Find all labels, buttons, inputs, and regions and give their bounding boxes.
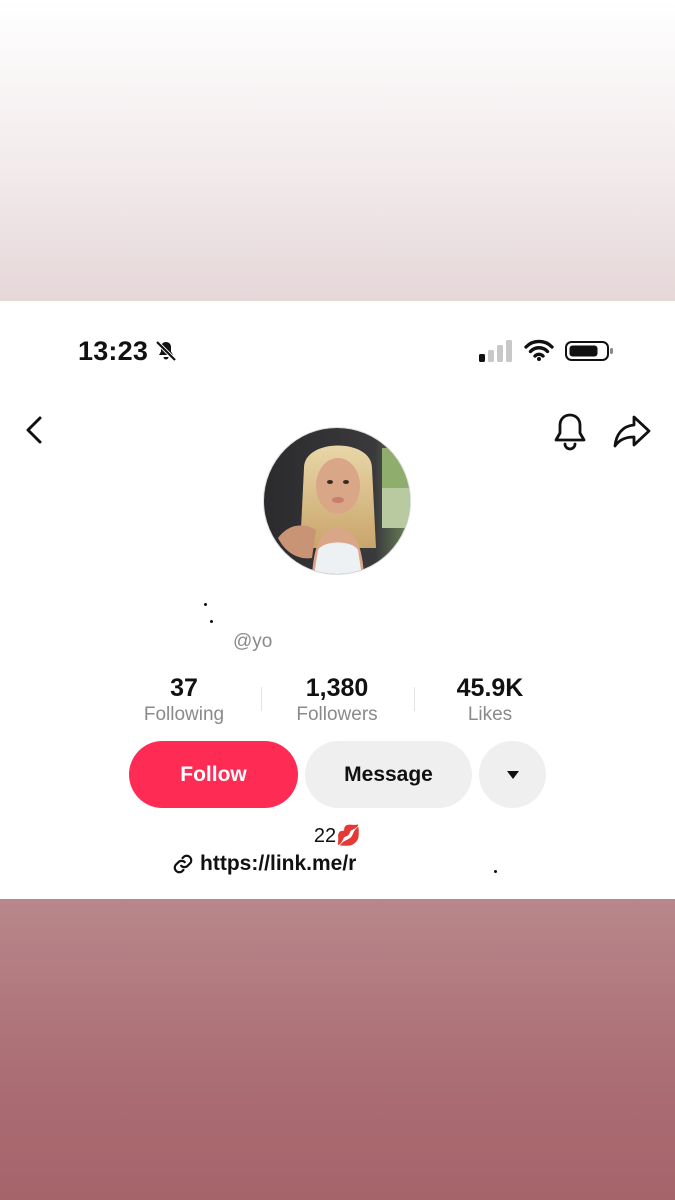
chevron-down-icon	[506, 770, 519, 779]
profile-link[interactable]: https://link.me/r	[172, 852, 356, 876]
more-options-button[interactable]	[479, 741, 546, 808]
background-top	[0, 0, 675, 301]
bell-off-icon	[155, 340, 177, 362]
bell-icon[interactable]	[552, 411, 588, 451]
message-button[interactable]: Message	[305, 741, 472, 808]
redacted-mark	[204, 603, 207, 606]
share-icon[interactable]	[612, 413, 652, 449]
bio: 22💋	[0, 823, 675, 848]
redacted-mark	[494, 870, 497, 873]
back-arrow-icon[interactable]	[22, 414, 46, 446]
avatar[interactable]	[263, 427, 411, 575]
avatar-photo	[264, 428, 410, 574]
stat-value: 1,380	[305, 674, 369, 702]
bio-text: 22	[313, 825, 337, 847]
battery-icon	[565, 341, 613, 361]
stat-likes: 45.9K Likes	[415, 673, 565, 727]
stat-label: Likes	[467, 704, 513, 725]
link-icon	[173, 854, 193, 874]
bio-emoji: 💋	[336, 825, 362, 847]
stat-following[interactable]: 37 Following	[109, 673, 259, 727]
background-bottom	[0, 899, 675, 1200]
status-time: 13:23	[78, 336, 149, 366]
stat-value: 45.9K	[456, 674, 524, 702]
redacted-mark	[210, 620, 213, 623]
stat-label: Following	[143, 704, 225, 725]
profile-screen: 13:23 @yo 37 Following 1,380 Followers 4…	[0, 301, 675, 899]
stat-value: 37	[170, 674, 198, 702]
username-handle: @yo	[233, 631, 273, 652]
signal-icon	[479, 340, 512, 362]
wifi-icon	[524, 339, 554, 361]
follow-button[interactable]: Follow	[129, 741, 298, 808]
profile-link-text[interactable]: https://link.me/r	[200, 852, 356, 876]
stat-followers[interactable]: 1,380 Followers	[262, 673, 412, 727]
stat-label: Followers	[296, 704, 378, 725]
